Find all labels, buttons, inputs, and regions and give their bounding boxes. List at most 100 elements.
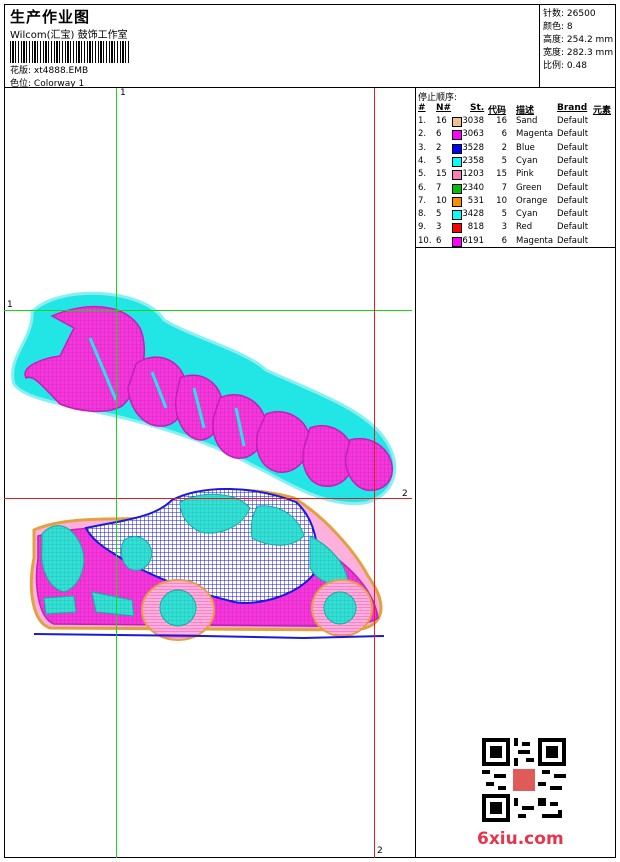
table-row: 7. 10 531 10 Orange Default [416,196,616,209]
guide-horizontal-2 [4,498,412,499]
cell-code: 10 [496,195,507,206]
cell-st: 3038 [462,116,484,126]
embroidery-design [11,291,397,641]
cell-st: 818 [467,222,484,233]
cell-st: 1203 [462,169,484,180]
stat-stitches: 针数: 26500 [543,6,596,19]
cell-desc: Cyan [516,155,538,166]
cell-brand: Default [557,129,589,140]
cell-brand: Default [557,222,589,233]
cell-st: 2358 [462,155,484,166]
stat-height: 高度: 254.2 mm [543,32,613,45]
cell-n: 3 [436,222,442,233]
cell-idx: 10. [418,235,432,246]
cell-idx: 2. [418,129,427,140]
stat-value: 254.2 mm [566,35,614,45]
dancer-lettering [11,291,397,506]
guide-label-h2: 2 [402,489,408,499]
cell-idx: 6. [418,182,427,193]
cell-n: 16 [436,116,447,126]
cell-desc: Sand [516,116,538,126]
stat-value: 26500 [566,9,596,19]
watermark-site: 6xiu.com [477,829,564,849]
guide-label-v2: 2 [377,846,383,856]
stop-sequence-panel: 停止顺序: # N# St. 代码 描述 Brand 元素 1. 16 3038 16… [416,88,616,248]
color-swatch [452,130,462,141]
stat-scale: 比例: 0.48 [543,58,587,71]
stat-label: 宽度: [543,48,565,58]
guide-horizontal-1 [4,310,412,311]
stat-colors: 颜色: 8 [543,19,573,32]
cell-idx: 9. [418,222,427,233]
color-swatch [452,156,462,167]
guide-vertical-2 [374,88,375,858]
cell-brand: Default [557,182,589,193]
cell-desc: Cyan [516,209,538,220]
cell-desc: Red [516,222,533,233]
stat-value: 282.3 mm [566,48,614,58]
cell-st: 531 [467,195,484,206]
cell-code: 2 [501,142,507,153]
design-file-name: xt4888.EMB [33,66,89,76]
stat-label: 比例: [543,61,565,71]
stat-value: 8 [566,22,573,32]
stat-width: 宽度: 282.3 mm [543,45,613,58]
cell-code: 15 [496,169,507,180]
design-file-line: 花版: xt4888.EMB [10,63,88,76]
page-title: 生产作业图 [10,8,91,26]
color-swatch [452,210,462,221]
col-element: 元素 [593,106,612,116]
cell-n: 6 [436,235,442,246]
table-row: 3. 2 3528 2 Blue Default [416,143,616,156]
cell-brand: Default [557,116,589,126]
cell-desc: Orange [516,195,548,206]
cell-n: 6 [436,129,442,140]
cell-st: 3063 [462,129,484,140]
design-file-label: 花版: [10,66,32,76]
cell-desc: Pink [516,169,534,180]
stat-label: 针数: [543,9,565,19]
cell-code: 5 [501,155,507,166]
color-swatch [452,183,462,194]
barcode [10,41,130,63]
col-code: 代码 [488,106,507,116]
qr-code [482,738,566,822]
cell-brand: Default [557,142,589,153]
cell-code: 7 [501,182,507,193]
stop-sequence-title: 停止顺序: [418,93,458,103]
guide-label-v1: 1 [120,88,126,98]
cell-n: 7 [436,182,442,193]
col-num: # [418,103,426,113]
cell-st: 3528 [462,142,484,153]
table-row: 1. 16 3038 16 Sand Default [416,116,616,129]
col-st: St. [470,103,485,113]
cell-desc: Green [516,182,542,193]
stat-label: 高度: [543,35,565,45]
header-panel: 生产作业图 Wilcom(汇宝) 鼓饰工作室 花版: xt4888.EMB 色位… [4,4,540,89]
table-row: 5. 15 1203 15 Pink Default [416,169,616,182]
cell-brand: Default [557,155,589,166]
table-row: 4. 5 2358 5 Cyan Default [416,156,616,169]
col-brand: Brand [557,103,588,113]
table-row: 9. 3 818 3 Red Default [416,222,616,235]
cell-desc: Blue [516,142,535,153]
stats-panel: 针数: 26500 颜色: 8 高度: 254.2 mm 宽度: 282.3 m… [540,4,616,88]
cell-idx: 1. [418,116,427,126]
cell-brand: Default [557,169,589,180]
cell-code: 3 [501,222,507,233]
color-swatch [452,143,462,154]
cell-idx: 7. [418,195,427,206]
cell-n: 10 [436,195,447,206]
cell-idx: 3. [418,142,427,153]
cell-brand: Default [557,195,589,206]
color-swatch [452,170,462,181]
cell-st: 2340 [462,182,484,193]
cell-idx: 8. [418,209,427,220]
guide-vertical-1 [116,88,117,858]
cell-brand: Default [557,209,589,220]
design-canvas: 1 1 2 2 [4,88,416,858]
col-desc: 描述 [516,106,535,116]
cell-code: 6 [501,235,507,246]
guide-label-h1: 1 [7,300,13,310]
cell-n: 5 [436,209,442,220]
